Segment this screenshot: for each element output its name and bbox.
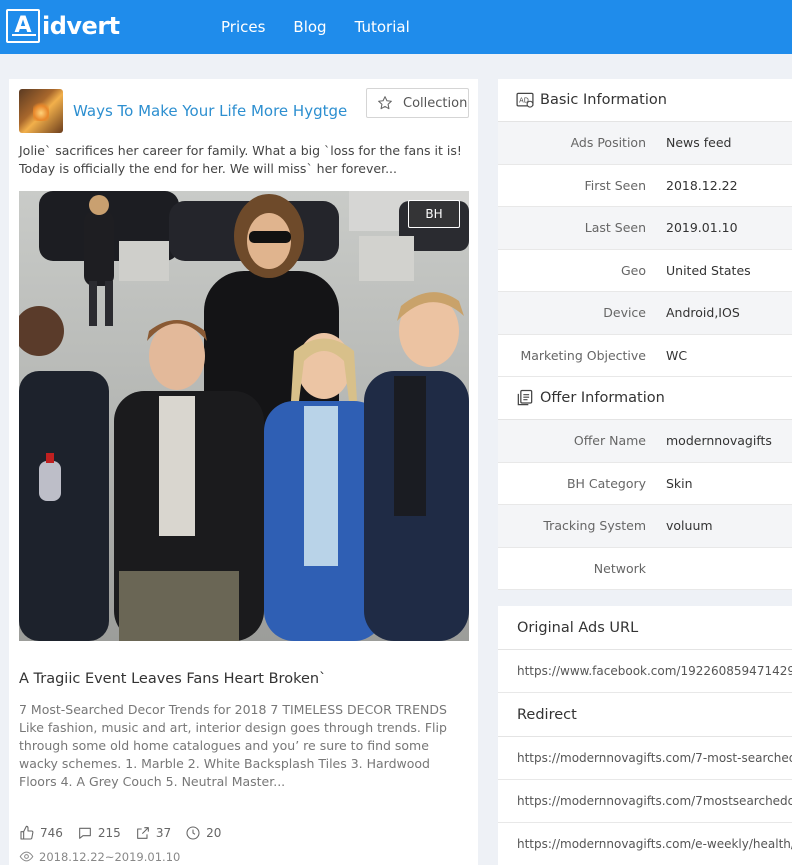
advertiser: Ways To Make Your Life More Hygtge	[19, 89, 347, 133]
info-value: United States	[666, 262, 751, 278]
info-row-tracking-system: Tracking System voluum	[498, 505, 792, 548]
advertiser-avatar[interactable]	[19, 89, 63, 133]
info-label: Offer Name	[573, 433, 646, 449]
info-row-first-seen: First Seen 2018.12.22	[498, 165, 792, 207]
nav-tutorial[interactable]: Tutorial	[355, 18, 410, 36]
days-stat: 20	[185, 825, 221, 841]
offer-info-title: Offer Information	[540, 390, 665, 406]
share-icon	[136, 827, 149, 839]
original-url-title: Original Ads URL	[498, 606, 792, 650]
info-label: Last Seen	[584, 220, 646, 236]
star-icon	[378, 96, 392, 110]
comment-icon	[79, 827, 91, 839]
copy-icon	[517, 389, 533, 406]
top-header: A idvert Prices Blog Tutorial	[0, 0, 792, 54]
ad-description: 7 Most-Searched Decor Trends for 2018 7 …	[19, 702, 447, 789]
logo-text: idvert	[42, 12, 120, 40]
redirect-title: Redirect	[498, 693, 792, 737]
info-label: Network	[593, 560, 646, 576]
collection-button[interactable]: Collection	[366, 88, 469, 118]
info-row-marketing-objective: Marketing Objective WC	[498, 335, 792, 377]
basic-info-header: AD Basic Information	[498, 79, 792, 122]
collection-label: Collection	[403, 95, 468, 111]
info-value: 2019.01.10	[666, 220, 738, 236]
days-count: 20	[206, 826, 222, 840]
shares-stat: 37	[135, 825, 171, 841]
offer-info-header: Offer Information	[498, 377, 792, 420]
info-row-ads-position: Ads Position News feed	[498, 122, 792, 165]
ad-text: Jolie` sacrifices her career for family.…	[19, 143, 462, 176]
date-range: 2018.12.22~2019.01.10	[19, 849, 180, 864]
ad-photo	[19, 191, 469, 641]
likes-count: 746	[40, 826, 63, 840]
logo[interactable]: A idvert	[6, 9, 120, 43]
basic-info-section: AD Basic Information Ads Position News f…	[498, 79, 792, 590]
ad-image[interactable]: BH	[19, 191, 469, 641]
comments-count: 215	[97, 826, 121, 840]
engagement-stats: 746 215 37 20	[19, 825, 235, 841]
info-panel: AD Basic Information Ads Position News f…	[498, 79, 792, 865]
info-label: First Seen	[584, 177, 646, 193]
redirect-url-link[interactable]: https://modernnovagifts.com/e-weekly/hea…	[498, 823, 792, 865]
info-label: Device	[603, 305, 646, 321]
info-row-bh-category: BH Category Skin	[498, 463, 792, 505]
info-label: Ads Position	[570, 135, 646, 151]
info-row-device: Device Android,IOS	[498, 292, 792, 335]
shares-count: 37	[155, 826, 172, 840]
clock-icon	[186, 826, 200, 840]
info-value: WC	[666, 347, 688, 363]
nav-blog[interactable]: Blog	[293, 18, 326, 36]
nav-prices[interactable]: Prices	[221, 18, 265, 36]
info-label: BH Category	[566, 475, 646, 491]
info-row-offer-name: Offer Name modernnovagifts	[498, 420, 792, 463]
advertiser-name[interactable]: Ways To Make Your Life More Hygtge	[73, 102, 347, 120]
basic-info-title: Basic Information	[540, 92, 667, 108]
info-label: Geo	[620, 262, 646, 278]
bh-badge: BH	[408, 200, 460, 228]
info-value: Skin	[666, 475, 693, 491]
main-nav: Prices Blog Tutorial	[221, 0, 438, 54]
info-value: News feed	[666, 135, 732, 151]
info-value: 2018.12.22	[666, 177, 738, 193]
info-label: Marketing Objective	[520, 347, 646, 363]
info-value: modernnovagifts	[666, 433, 772, 449]
ad-card: Ways To Make Your Life More Hygtge Colle…	[9, 79, 478, 865]
redirect-url-link[interactable]: https://modernnovagifts.com/7-most-searc…	[498, 737, 792, 780]
urls-section: Original Ads URL https://www.facebook.co…	[498, 606, 792, 865]
likes-stat: 746	[19, 825, 63, 841]
eye-icon	[19, 851, 34, 862]
thumbs-up-icon	[20, 825, 34, 840]
info-row-last-seen: Last Seen 2019.01.10	[498, 207, 792, 250]
comments-stat: 215	[77, 825, 121, 841]
info-value: Android,IOS	[666, 305, 740, 321]
info-row-geo: Geo United States	[498, 250, 792, 292]
logo-mark-icon: A	[6, 9, 40, 43]
info-value: voluum	[666, 518, 713, 534]
original-url-link[interactable]: https://www.facebook.com/192260859471429…	[498, 650, 792, 693]
info-label: Tracking System	[543, 518, 646, 534]
info-row-network: Network	[498, 548, 792, 590]
date-range-text: 2018.12.22~2019.01.10	[39, 849, 181, 864]
ad-headline: A Tragiic Event Leaves Fans Heart Broken…	[19, 671, 327, 687]
redirect-url-link[interactable]: https://modernnovagifts.com/7mostsearche…	[498, 780, 792, 823]
ad-info-icon: AD	[516, 92, 534, 108]
